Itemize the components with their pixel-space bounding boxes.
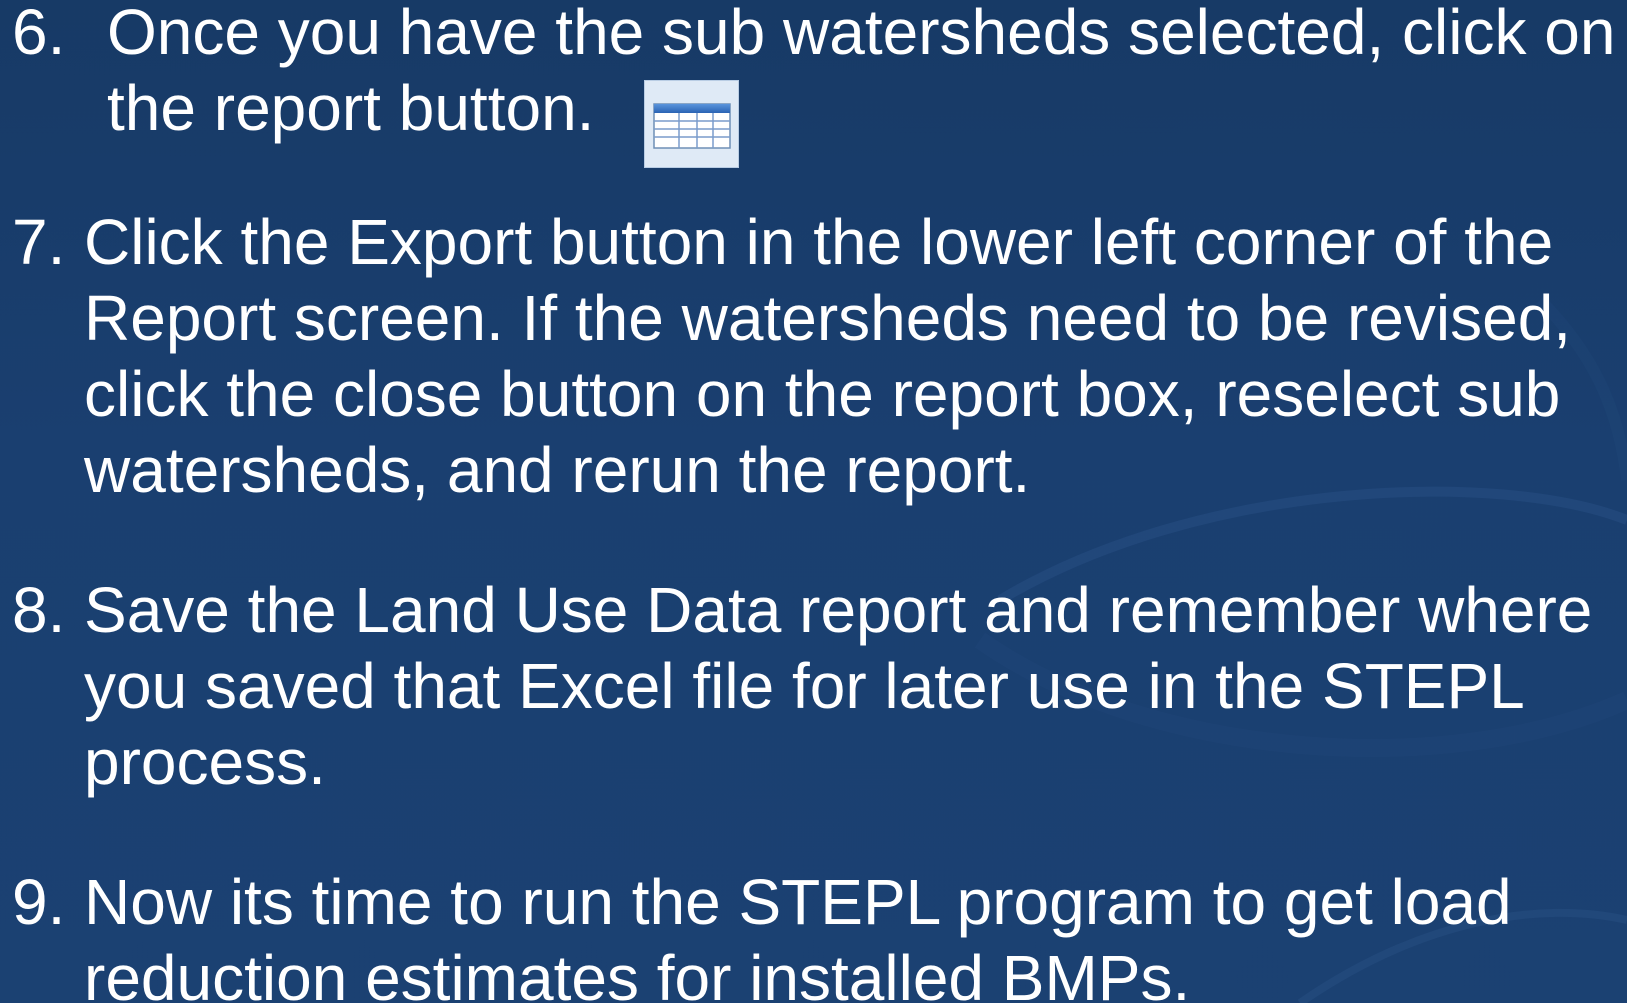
step-number: 7. xyxy=(12,206,66,278)
step-7: 7. Click the Export button in the lower … xyxy=(12,204,1612,508)
step-text: Once you have the sub watersheds selecte… xyxy=(12,0,1616,146)
step-line: Report screen. If the watersheds need to… xyxy=(84,282,1572,354)
step-text: Now its time to run the STEPL program to… xyxy=(12,864,1612,1003)
step-line: watersheds, and rerun the report. xyxy=(84,434,1031,506)
step-8: 8. Save the Land Use Data report and rem… xyxy=(12,572,1612,800)
step-line: you saved that Excel file for later use … xyxy=(84,650,1525,722)
step-number: 9. xyxy=(12,866,66,938)
step-line: reduction estimates for installed BMPs. xyxy=(84,942,1191,1003)
step-line: Click the Export button in the lower lef… xyxy=(84,206,1554,278)
step-9: 9. Now its time to run the STEPL program… xyxy=(12,864,1612,1003)
step-line: Save the Land Use Data report and rememb… xyxy=(84,574,1593,646)
step-text: Save the Land Use Data report and rememb… xyxy=(12,572,1612,800)
step-line: Now its time to run the STEPL program to… xyxy=(84,866,1512,938)
table-report-icon xyxy=(653,103,731,149)
step-line: click the close button on the report box… xyxy=(84,358,1561,430)
step-line: the report button. xyxy=(107,72,595,144)
step-text: Click the Export button in the lower lef… xyxy=(12,204,1612,508)
step-line: process. xyxy=(84,726,326,798)
step-line: Once you have the sub watersheds selecte… xyxy=(107,0,1616,68)
step-number: 8. xyxy=(12,574,66,646)
step-number: 6. xyxy=(12,0,66,68)
report-button[interactable] xyxy=(644,80,739,168)
step-6: 6. Once you have the sub watersheds sele… xyxy=(12,0,1616,146)
